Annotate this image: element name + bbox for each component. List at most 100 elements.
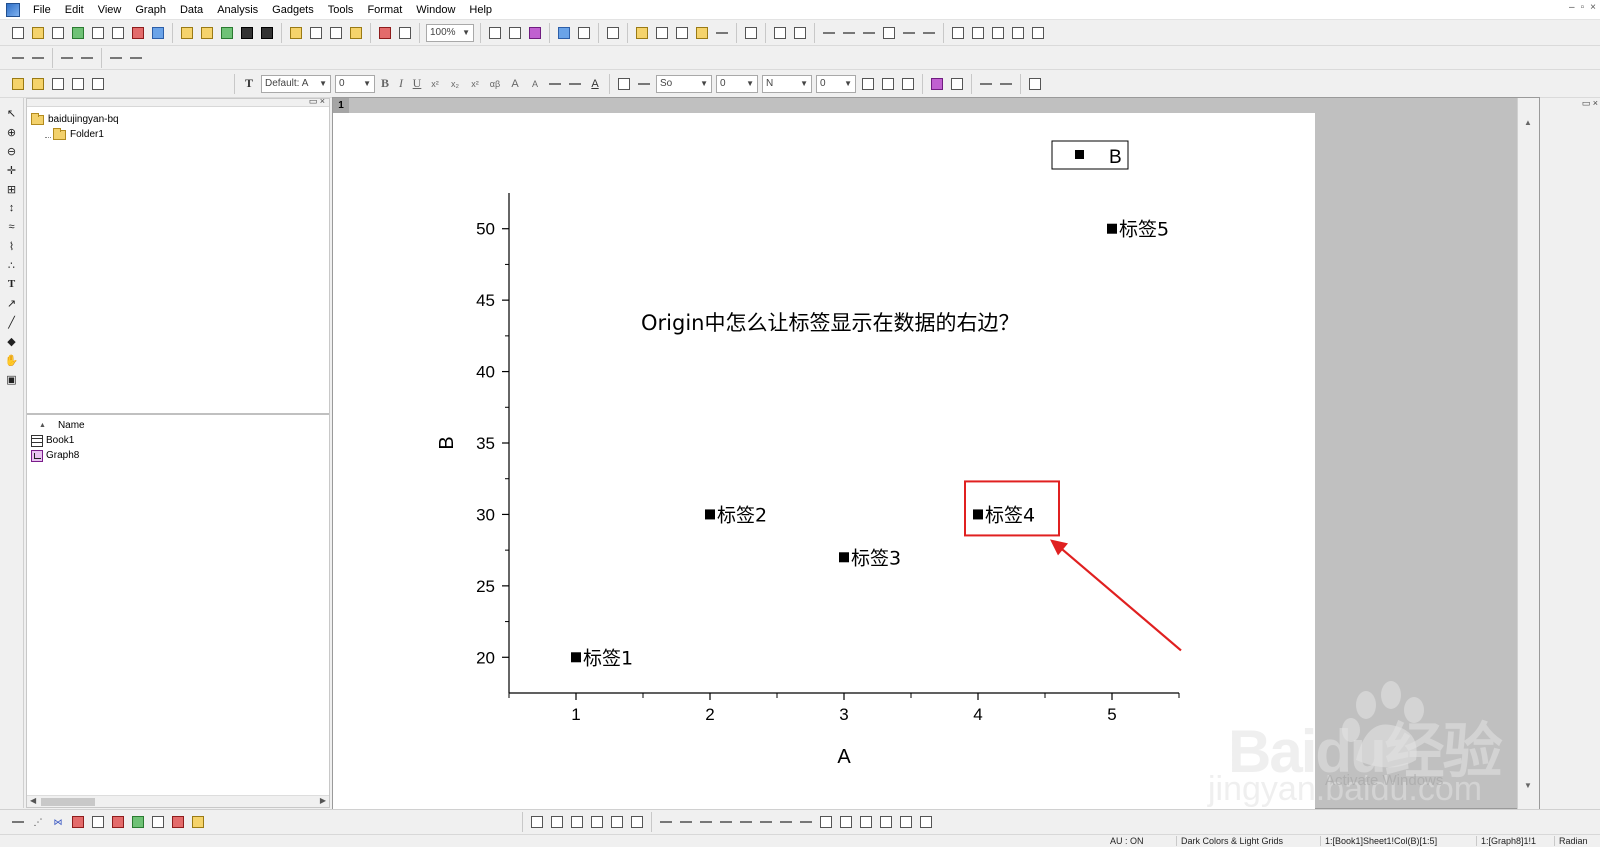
menu-analysis[interactable]: Analysis — [210, 0, 265, 20]
import-ascii-icon[interactable] — [307, 24, 325, 42]
smart-hint-icon[interactable] — [693, 24, 711, 42]
zoom-select[interactable]: 100% ▼ — [426, 23, 474, 42]
new-folder-icon[interactable] — [29, 24, 47, 42]
lock-icon[interactable] — [1026, 75, 1044, 93]
unmask-icon[interactable] — [948, 75, 966, 93]
italic-button[interactable]: I — [393, 76, 409, 91]
copy-page-icon[interactable] — [526, 24, 544, 42]
scroll-up-icon[interactable]: ▲ — [1524, 118, 1532, 127]
distribute-h-icon[interactable] — [777, 813, 795, 831]
menu-tools[interactable]: Tools — [321, 0, 361, 20]
arrow-right-icon[interactable] — [58, 49, 76, 67]
line-plot-icon[interactable] — [9, 813, 27, 831]
boxplot-icon[interactable] — [169, 813, 187, 831]
fill-value-select[interactable]: 0 ▼ — [816, 74, 856, 93]
import-icon[interactable] — [287, 24, 305, 42]
results-log-icon[interactable] — [575, 24, 593, 42]
axis-top-left-icon[interactable] — [840, 24, 858, 42]
origin-app-icon[interactable] — [6, 2, 20, 17]
zoom-in-icon[interactable]: ⊕ — [5, 125, 19, 139]
list-header[interactable]: ▲ Name — [31, 417, 325, 433]
command-window-icon[interactable] — [653, 24, 671, 42]
column-plot-icon[interactable] — [69, 813, 87, 831]
layer-manager-icon[interactable] — [969, 24, 987, 42]
hand-icon[interactable] — [29, 75, 47, 93]
menu-help[interactable]: Help — [462, 0, 499, 20]
text-tool-icon[interactable]: T — [5, 277, 19, 291]
layer-content-icon[interactable] — [949, 24, 967, 42]
underline-button[interactable]: U — [409, 76, 425, 91]
rescale-icon[interactable] — [742, 24, 760, 42]
font-select[interactable]: Default: A ▼ — [261, 74, 331, 93]
horizontal-scrollbar[interactable]: ◀ ▶ — [27, 795, 329, 807]
axis-inset-icon[interactable] — [900, 24, 918, 42]
menu-file[interactable]: File — [26, 0, 58, 20]
scroll-left-icon[interactable]: ◀ — [30, 796, 36, 805]
menu-edit[interactable]: Edit — [58, 0, 91, 20]
decrease-font-icon[interactable]: A — [526, 75, 544, 93]
fill-pattern-select[interactable]: N ▼ — [762, 74, 812, 93]
vertical-arrow-icon[interactable] — [29, 49, 47, 67]
3d-surface-icon[interactable] — [528, 813, 546, 831]
unpin-icon[interactable] — [89, 75, 107, 93]
save-project-icon[interactable] — [238, 24, 256, 42]
line-style-select[interactable]: So ▼ — [656, 74, 712, 93]
mask-icon[interactable] — [928, 75, 946, 93]
import-multiple-icon[interactable] — [327, 24, 345, 42]
new-project-icon[interactable] — [9, 24, 27, 42]
graph-window-controls[interactable]: ▭ × — [1582, 98, 1598, 109]
new-function-icon[interactable] — [149, 24, 167, 42]
ungroup-icon[interactable] — [877, 813, 895, 831]
menu-window[interactable]: Window — [409, 0, 462, 20]
arrow-right-thin-icon[interactable] — [78, 49, 96, 67]
bold-button[interactable]: B — [377, 76, 393, 91]
supsub-icon[interactable]: x² — [466, 75, 484, 93]
screen-reader-icon[interactable]: ✛ — [5, 163, 19, 177]
align-left-icon[interactable] — [657, 813, 675, 831]
data-selector-icon[interactable]: ↕ — [5, 201, 19, 215]
pin-icon[interactable] — [69, 75, 87, 93]
new-notes-icon[interactable] — [109, 24, 127, 42]
align-right-icon[interactable] — [677, 813, 695, 831]
list-item-graph8[interactable]: Graph8 — [31, 448, 325, 463]
scroll-right-icon[interactable]: ▶ — [320, 796, 326, 805]
graph-page[interactable]: 20 25 30 35 40 45 50 1 2 3 4 5 A B Origin中怎么让标签显示在数据的右… — [333, 113, 1315, 810]
3d-wire-icon[interactable] — [568, 813, 586, 831]
font-type-icon[interactable]: T — [240, 75, 258, 93]
group-icon[interactable] — [857, 813, 875, 831]
data-reader-icon[interactable]: ⊞ — [5, 182, 19, 196]
bring-front-icon[interactable] — [817, 813, 835, 831]
pattern-icon[interactable] — [859, 75, 877, 93]
arrow-right-long-icon[interactable] — [127, 49, 145, 67]
hand-tool-icon[interactable]: ✋ — [5, 353, 19, 367]
scatter-plot-icon[interactable]: ⋰ — [29, 813, 47, 831]
line-width-select[interactable]: 0 ▼ — [716, 74, 758, 93]
line-symbol-icon[interactable]: ⋈ — [49, 813, 67, 831]
new-matrix-icon[interactable] — [89, 24, 107, 42]
open-template-icon[interactable] — [198, 24, 216, 42]
region-tool-icon[interactable]: ▣ — [5, 372, 19, 386]
stacked-icon[interactable] — [109, 813, 127, 831]
align-icon[interactable] — [546, 75, 564, 93]
script-window-icon[interactable] — [633, 24, 651, 42]
open-excel-icon[interactable] — [218, 24, 236, 42]
scale-icon[interactable]: ≈ — [5, 220, 19, 234]
mask-tool-icon[interactable]: ⌇ — [5, 239, 19, 253]
import-wizard-icon[interactable] — [347, 24, 365, 42]
flag-icon[interactable] — [49, 75, 67, 93]
align-bottom-icon[interactable] — [717, 813, 735, 831]
batch-icon[interactable] — [396, 24, 414, 42]
align-center-icon[interactable] — [737, 813, 755, 831]
shape-tool-icon[interactable]: ◆ — [5, 334, 19, 348]
table-icon[interactable] — [1029, 24, 1047, 42]
same-width-icon[interactable] — [897, 813, 915, 831]
minimize-icon[interactable]: – — [1569, 2, 1575, 13]
explorer-controls[interactable]: ▭ × — [309, 96, 325, 107]
menu-data[interactable]: Data — [173, 0, 210, 20]
open-icon[interactable] — [178, 24, 196, 42]
grid-icon[interactable] — [899, 75, 917, 93]
align-top-icon[interactable] — [697, 813, 715, 831]
3d-scatter-icon[interactable] — [588, 813, 606, 831]
layer-tab[interactable]: 1 — [333, 98, 349, 113]
columns-icon[interactable] — [566, 75, 584, 93]
